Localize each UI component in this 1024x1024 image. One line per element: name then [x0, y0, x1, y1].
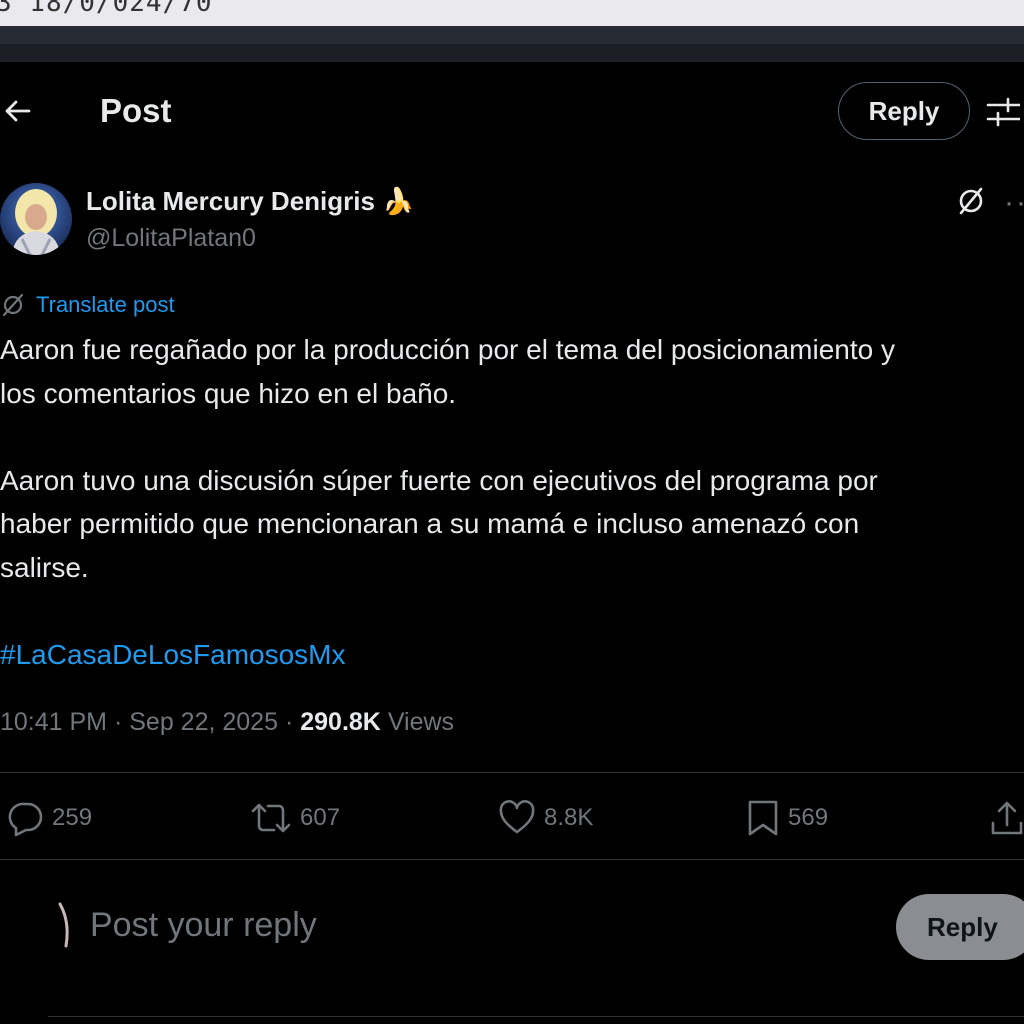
repost-count: 607	[300, 804, 341, 831]
comment-icon	[8, 802, 43, 837]
bookmark-count: 569	[788, 804, 829, 831]
repost-action[interactable]: 607	[250, 797, 340, 839]
translate-post-link[interactable]: Translate post	[0, 290, 175, 320]
heart-icon	[499, 800, 535, 834]
sliders-icon[interactable]	[986, 96, 1020, 128]
divider	[0, 772, 1024, 773]
share-action[interactable]	[990, 797, 1024, 839]
browser-toolbar	[0, 26, 1024, 62]
translate-icon	[2, 293, 24, 317]
divider	[0, 859, 1024, 860]
divider	[48, 1016, 1024, 1017]
bookmark-action[interactable]: 569	[746, 797, 828, 839]
like-count: 8.8K	[544, 804, 594, 831]
more-options-icon[interactable]: ··	[1004, 186, 1024, 220]
like-action[interactable]: 8.8K	[498, 797, 593, 839]
avatar[interactable]	[0, 183, 72, 255]
repost-icon	[251, 803, 291, 833]
url-fragment: 3 18/0/024/70	[0, 0, 213, 18]
reply-action[interactable]: 259	[6, 797, 92, 839]
views-label: Views	[387, 708, 455, 736]
author-handle[interactable]: @LolitaPlatan0	[86, 224, 256, 253]
avatar	[58, 902, 69, 948]
page-title: Post	[100, 92, 172, 129]
post-date[interactable]: Sep 22, 2025	[129, 708, 278, 736]
banana-emoji: 🍌	[382, 186, 415, 216]
browser-strip: 3 18/0/024/70	[0, 0, 1024, 26]
author-name[interactable]: Lolita Mercury Denigris 🍌	[86, 186, 415, 217]
post-paragraph-1: Aaron fue regañado por la producción por…	[0, 334, 896, 409]
reply-input[interactable]: Post your reply	[90, 906, 317, 945]
post-metadata: 10:41 PM · Sep 22, 2025 · 290.8K Views	[0, 708, 455, 736]
grok-icon[interactable]	[954, 184, 988, 218]
reply-count: 259	[52, 804, 93, 831]
reply-header-button[interactable]: Reply	[838, 82, 970, 140]
reply-submit-button[interactable]: Reply	[896, 894, 1024, 960]
share-icon	[991, 801, 1023, 835]
views-count: 290.8K	[300, 708, 381, 736]
bookmark-icon	[748, 800, 778, 836]
post-time[interactable]: 10:41 PM	[0, 708, 107, 736]
hashtag-link[interactable]: #LaCasaDeLosFamososMx	[0, 633, 1024, 677]
back-arrow-icon[interactable]	[2, 96, 32, 126]
translate-label: Translate post	[36, 292, 175, 317]
post-body: Aaron fue regañado por la producción por…	[0, 328, 1024, 676]
post-paragraph-2: Aaron tuvo una discusión súper fuerte co…	[0, 464, 878, 583]
